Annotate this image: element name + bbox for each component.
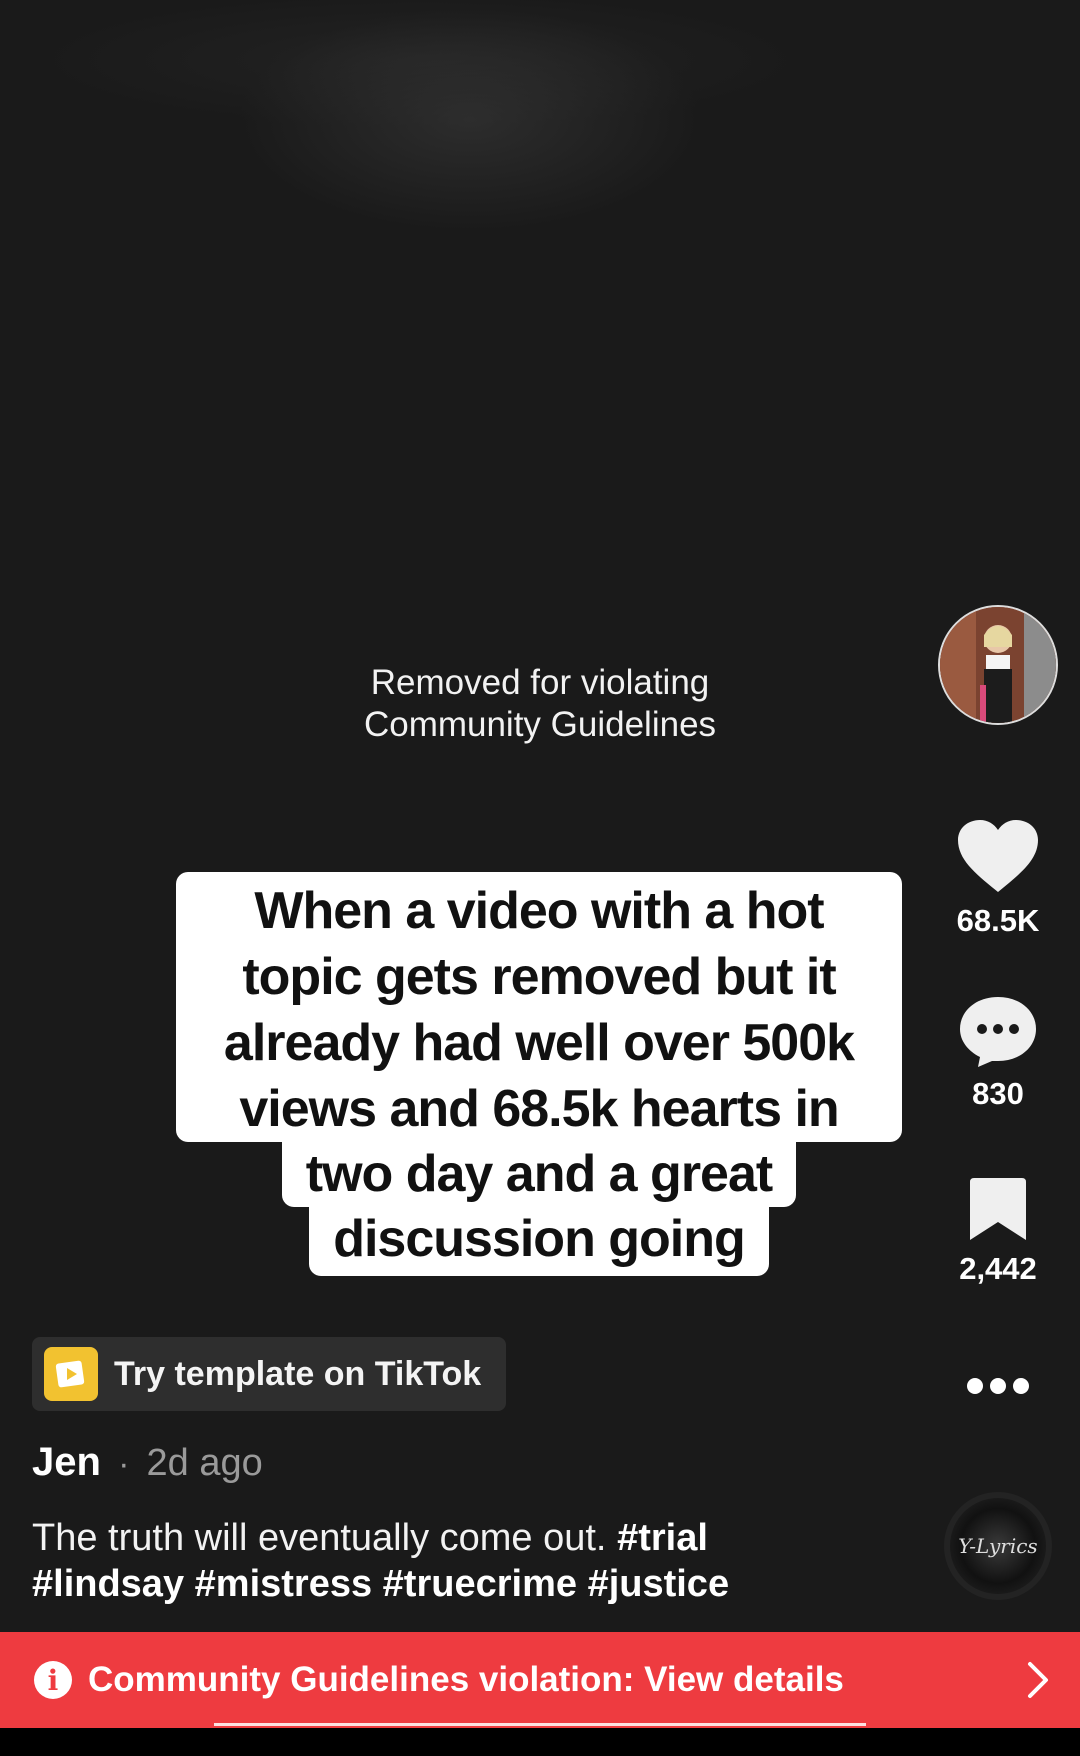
description-text: The truth will eventually come out. bbox=[32, 1517, 607, 1559]
like-action[interactable]: 68.5K bbox=[938, 818, 1058, 939]
creator-avatar[interactable] bbox=[938, 605, 1058, 725]
more-options-button[interactable] bbox=[938, 1376, 1058, 1401]
music-disc[interactable]: Y-Lyrics bbox=[944, 1492, 1052, 1600]
heart-icon bbox=[958, 820, 1038, 892]
removed-notice-line2: Community Guidelines bbox=[363, 705, 717, 744]
chevron-right-icon bbox=[1028, 1662, 1048, 1698]
hashtag[interactable]: #mistress bbox=[195, 1563, 372, 1605]
hashtag[interactable]: #lindsay bbox=[32, 1563, 184, 1605]
avatar-image bbox=[940, 607, 1056, 723]
comment-action[interactable]: 830 bbox=[938, 995, 1058, 1112]
template-icon bbox=[44, 1347, 98, 1401]
save-count: 2,442 bbox=[959, 1251, 1037, 1286]
caption-line: two day and a great bbox=[281, 1141, 797, 1207]
bottom-safe-area bbox=[0, 1728, 1080, 1756]
home-indicator bbox=[214, 1723, 866, 1726]
caption-line: already had well over 500k bbox=[223, 1014, 855, 1072]
caption-line: views and 68.5k hearts in bbox=[239, 1080, 839, 1138]
try-template-button[interactable]: Try template on TikTok bbox=[32, 1337, 506, 1411]
music-disc-label: Y-Lyrics bbox=[958, 1534, 1038, 1558]
info-icon: i bbox=[34, 1661, 72, 1699]
save-action[interactable]: 2,442 bbox=[938, 1176, 1058, 1287]
caption-block-top: When a video with a hot topic gets remov… bbox=[176, 872, 902, 1142]
hashtag[interactable]: #justice bbox=[588, 1563, 730, 1605]
bookmark-icon bbox=[970, 1178, 1026, 1240]
author-line: Jen · 2d ago bbox=[32, 1440, 263, 1485]
comment-icon bbox=[960, 997, 1036, 1067]
separator: · bbox=[118, 1445, 130, 1483]
post-time: 2d ago bbox=[146, 1442, 263, 1484]
hashtag[interactable]: #truecrime bbox=[383, 1563, 577, 1605]
comment-count: 830 bbox=[972, 1076, 1024, 1111]
caption-line: topic gets removed but it bbox=[242, 948, 836, 1006]
like-count: 68.5K bbox=[956, 903, 1040, 938]
try-template-label: Try template on TikTok bbox=[114, 1354, 482, 1393]
author-name[interactable]: Jen bbox=[32, 1440, 101, 1484]
removed-notice: Removed for violating Community Guidelin… bbox=[300, 662, 780, 746]
violation-label: Community Guidelines violation: View det… bbox=[88, 1660, 844, 1699]
violation-banner[interactable]: i Community Guidelines violation: View d… bbox=[0, 1632, 1080, 1728]
caption-line: discussion going bbox=[309, 1206, 769, 1276]
removed-notice-line1: Removed for violating bbox=[370, 663, 710, 702]
post-description: The truth will eventually come out. #tri… bbox=[32, 1515, 862, 1607]
caption-line: When a video with a hot bbox=[254, 882, 824, 940]
video-caption-overlay: When a video with a hot topic gets remov… bbox=[176, 872, 902, 1276]
hashtag[interactable]: #trial bbox=[617, 1517, 708, 1559]
more-icon bbox=[967, 1378, 1029, 1394]
